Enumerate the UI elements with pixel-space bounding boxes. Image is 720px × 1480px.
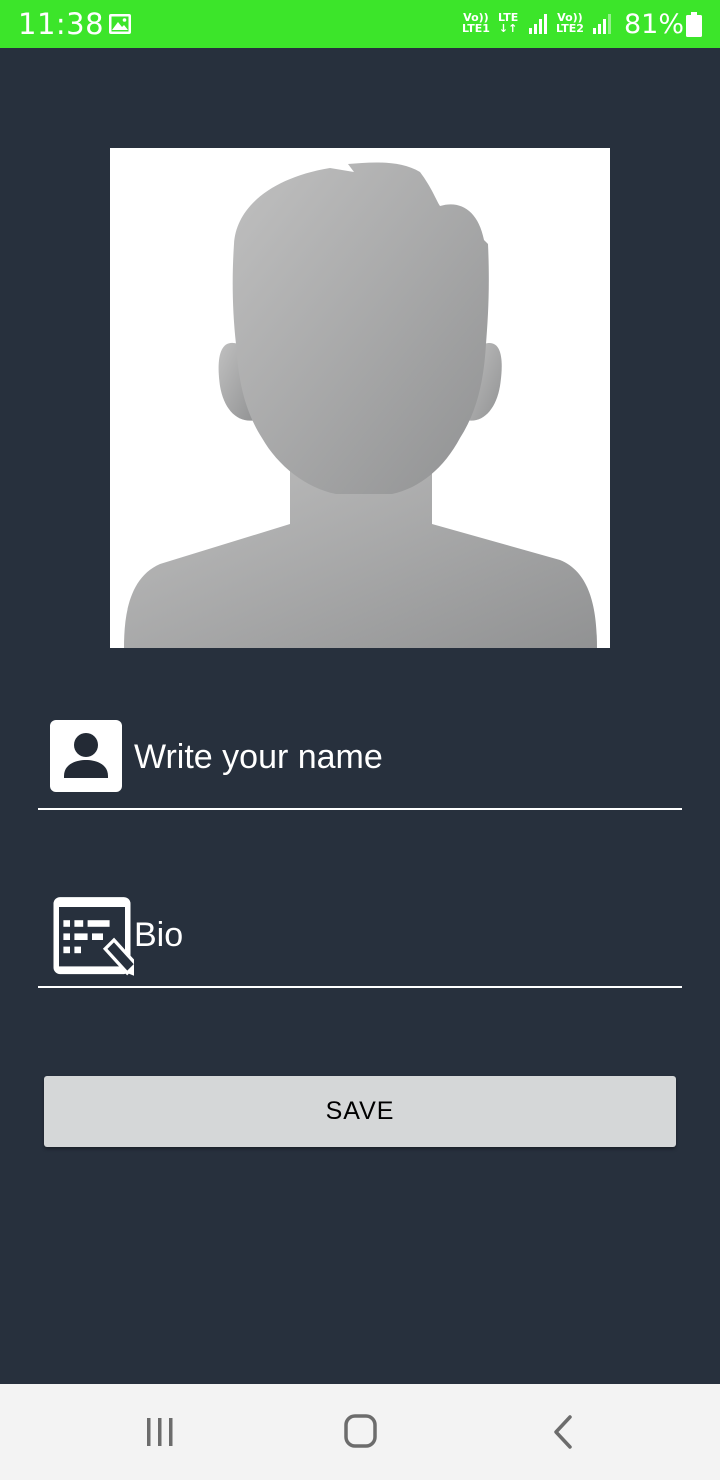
sim2-volte-indicator: Vo)) LTE2 (556, 12, 584, 34)
data-arrows-label: ↓↑ (498, 22, 518, 35)
battery-icon (686, 12, 702, 37)
bio-input[interactable] (134, 912, 674, 958)
sim1-bottom-label: LTE1 (462, 22, 490, 35)
contact-card-icon (50, 720, 122, 792)
save-button[interactable]: SAVE (44, 1076, 676, 1147)
name-input[interactable] (134, 734, 674, 780)
person-silhouette-icon (124, 162, 597, 648)
recents-icon[interactable] (130, 1404, 190, 1460)
back-icon[interactable] (534, 1404, 594, 1460)
status-bar: 11:38 Vo)) LTE1 LTE ↓↑ Vo)) LTE2 81% (0, 0, 720, 48)
navigation-bar (0, 1384, 720, 1480)
profile-avatar[interactable] (110, 148, 610, 648)
edit-text-icon (53, 897, 134, 976)
sim1-volte-indicator: Vo)) LTE1 (462, 12, 490, 34)
gallery-notification-icon (109, 14, 131, 34)
status-time: 11:38 (18, 7, 105, 41)
signal-strength-2-icon (593, 14, 611, 34)
signal-strength-icon (529, 14, 547, 34)
home-icon[interactable] (330, 1404, 390, 1460)
sim2-bottom-label: LTE2 (556, 22, 584, 35)
bio-field[interactable] (38, 896, 682, 988)
battery-percent: 81% (624, 9, 685, 40)
data-indicator: LTE ↓↑ (498, 12, 518, 34)
name-field[interactable] (38, 718, 682, 810)
